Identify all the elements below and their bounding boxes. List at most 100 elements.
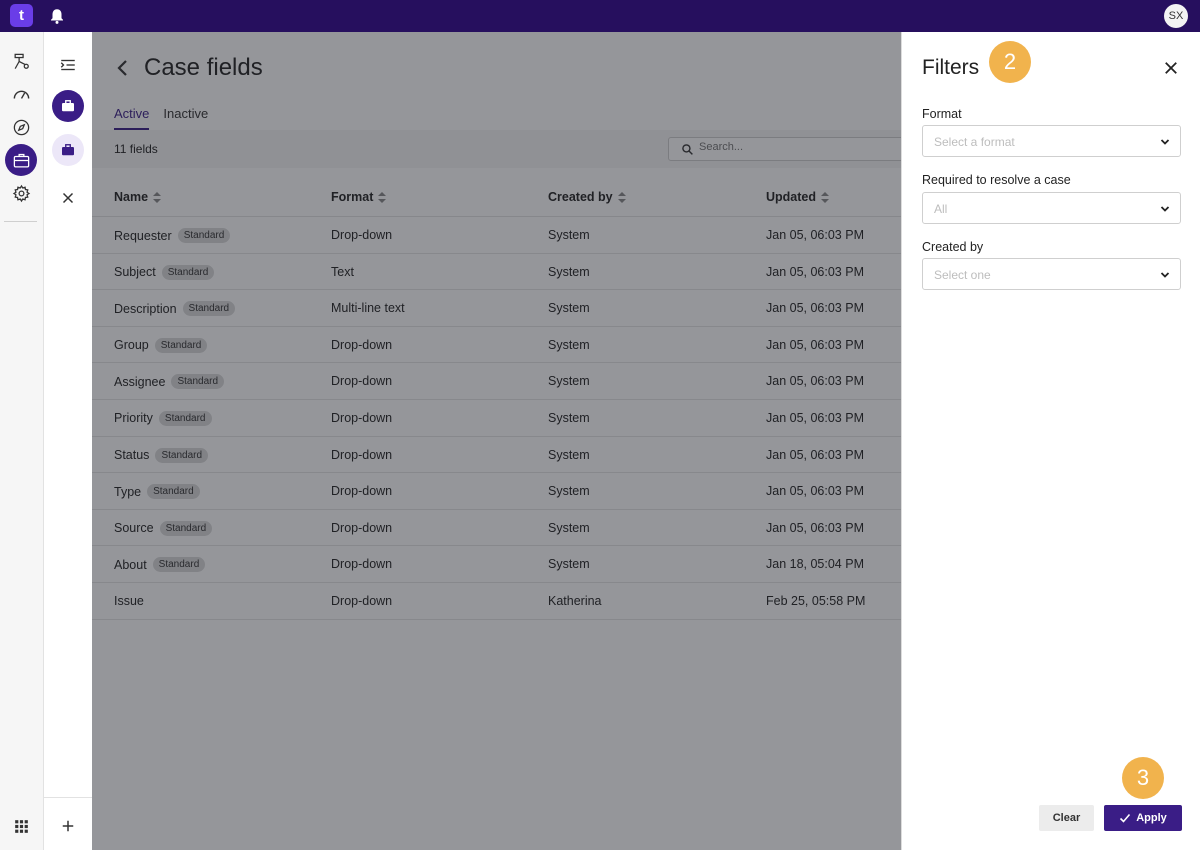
rail-settings[interactable] — [5, 177, 37, 209]
standard-badge: Standard — [154, 337, 208, 353]
cell-name: Priority Standard — [114, 410, 212, 426]
cell-format: Drop-down — [331, 448, 392, 462]
table-toolbar: 11 fields — [92, 130, 901, 168]
app-logo[interactable]: t — [10, 4, 33, 27]
collapse-menu-icon — [60, 59, 75, 71]
subnav-cases-secondary[interactable] — [52, 134, 84, 166]
bell-icon[interactable] — [48, 7, 66, 25]
format-label: Format — [922, 107, 962, 121]
cell-text: System — [548, 410, 590, 425]
table-row[interactable]: Description Standard Multi-line text System… — [92, 290, 901, 327]
cell-created-by: System — [548, 301, 590, 315]
rail-compass[interactable] — [5, 111, 37, 143]
search-input[interactable] — [699, 141, 899, 153]
cell-updated: Jan 05, 06:03 PM — [766, 228, 864, 242]
created-by-select[interactable]: Select one — [922, 258, 1181, 290]
cell-text: Jan 05, 06:03 PM — [766, 520, 864, 535]
table-body: Requester Standard Drop-down System Jan 05, … — [92, 217, 901, 620]
cell-updated: Jan 05, 06:03 PM — [766, 265, 864, 279]
rail-dashboard[interactable] — [5, 78, 37, 110]
cell-text: Status — [114, 448, 150, 463]
column-header-format[interactable]: Format — [331, 190, 387, 204]
cell-name: Issue — [114, 594, 144, 608]
check-icon — [1120, 813, 1131, 823]
required-select[interactable]: All — [922, 192, 1181, 224]
cell-name: Subject Standard — [114, 264, 215, 280]
table-row[interactable]: Group Standard Drop-down System Jan 05, 06:0… — [92, 327, 901, 364]
cell-name: Type Standard — [114, 484, 200, 500]
cell-text: System — [548, 337, 590, 352]
standard-badge: Standard — [177, 228, 231, 243]
user-avatar[interactable]: SX — [1164, 4, 1188, 28]
table-row[interactable]: Status Standard Drop-down System Jan 05, 06:… — [92, 437, 901, 474]
cell-name: About Standard — [114, 557, 206, 573]
page-title: Case fields — [144, 54, 263, 81]
subnav-cases-active[interactable] — [52, 90, 84, 122]
sort-icon — [617, 191, 626, 203]
table-row[interactable]: Type Standard Drop-down System Jan 05, 06:03… — [92, 473, 901, 510]
table-row[interactable]: Requester Standard Drop-down System Jan 05, … — [92, 217, 901, 254]
table-row[interactable]: Source Standard Drop-down System Jan 05, 06:… — [92, 510, 901, 547]
cell-text: Requester — [114, 228, 172, 243]
cell-text: Type — [114, 484, 142, 499]
column-header-created-by[interactable]: Created by — [548, 190, 626, 204]
cell-created-by: System — [548, 521, 590, 535]
subnav-close-button[interactable] — [52, 182, 84, 214]
cell-updated: Feb 25, 05:58 PM — [766, 594, 865, 608]
required-label: Required to resolve a case — [922, 173, 1071, 187]
briefcase-icon — [62, 144, 74, 156]
close-icon[interactable] — [1162, 59, 1180, 77]
chevron-down-icon — [1160, 206, 1170, 212]
cell-name: Description Standard — [114, 301, 236, 317]
table-row[interactable]: About Standard Drop-down System Jan 18, 05:0… — [92, 546, 901, 583]
cell-created-by: System — [548, 557, 590, 571]
apply-button-label: Apply — [1136, 812, 1167, 824]
standard-badge: Standard — [182, 301, 236, 317]
table-row[interactable]: Priority Standard Drop-down System Jan 05, 0… — [92, 400, 901, 437]
sort-icon — [821, 191, 829, 203]
cell-created-by: System — [548, 448, 590, 462]
field-count: 11 fields — [114, 142, 158, 156]
apps-grid-icon — [14, 819, 28, 833]
cell-updated: Jan 05, 06:03 PM — [766, 338, 864, 352]
cell-updated: Jan 05, 06:03 PM — [766, 521, 864, 535]
cell-created-by: System — [548, 374, 590, 388]
table-row[interactable]: Assignee Standard Drop-down System Jan 05, 0… — [92, 363, 901, 400]
cell-text: System — [548, 264, 590, 279]
table-row[interactable]: Subject Standard Text System Jan 05, 06:03 P… — [92, 254, 901, 291]
chevron-down-icon — [1160, 139, 1170, 145]
standard-badge: Standard — [159, 520, 213, 536]
tab-active[interactable]: Active — [114, 106, 150, 130]
cell-text: Subject — [114, 265, 156, 280]
cell-text: Drop-down — [331, 593, 393, 608]
column-header-updated[interactable]: Updated — [766, 190, 829, 204]
back-arrow-icon[interactable] — [112, 56, 132, 80]
created-by-select-placeholder: Select one — [934, 268, 991, 282]
cell-created-by: System — [548, 338, 590, 352]
cell-text: About — [114, 557, 147, 572]
cell-format: Drop-down — [331, 338, 392, 352]
rail-apps[interactable] — [5, 810, 37, 842]
collapse-menu-button[interactable] — [52, 49, 84, 81]
step-marker: 3 — [1122, 757, 1164, 799]
cell-text: System — [548, 484, 590, 499]
format-select[interactable]: Select a format — [922, 125, 1181, 157]
briefcase-icon — [13, 153, 29, 167]
top-bar: t SX — [0, 0, 1200, 32]
apply-button[interactable]: Apply — [1104, 805, 1182, 831]
column-header-label: Created by — [548, 190, 613, 204]
rail-workflow[interactable] — [5, 45, 37, 77]
status-tabs: Active Inactive — [114, 106, 208, 130]
column-header-name[interactable]: Name — [114, 190, 162, 204]
clear-button[interactable]: Clear — [1039, 805, 1094, 831]
cell-text: Jan 05, 06:03 PM — [766, 228, 864, 242]
table-row[interactable]: Issue Drop-down Katherina Feb 25, 05:58 PM — [92, 583, 901, 620]
tab-inactive[interactable]: Inactive — [163, 106, 208, 130]
required-select-placeholder: All — [934, 202, 948, 216]
subnav-add-button[interactable] — [52, 810, 84, 842]
table-header: Name Format Created by Updated — [92, 176, 901, 217]
rail-cases[interactable] — [5, 144, 37, 176]
column-header-label: Name — [114, 190, 149, 204]
cell-text: Issue — [114, 593, 144, 608]
cell-name: Source Standard — [114, 520, 213, 536]
